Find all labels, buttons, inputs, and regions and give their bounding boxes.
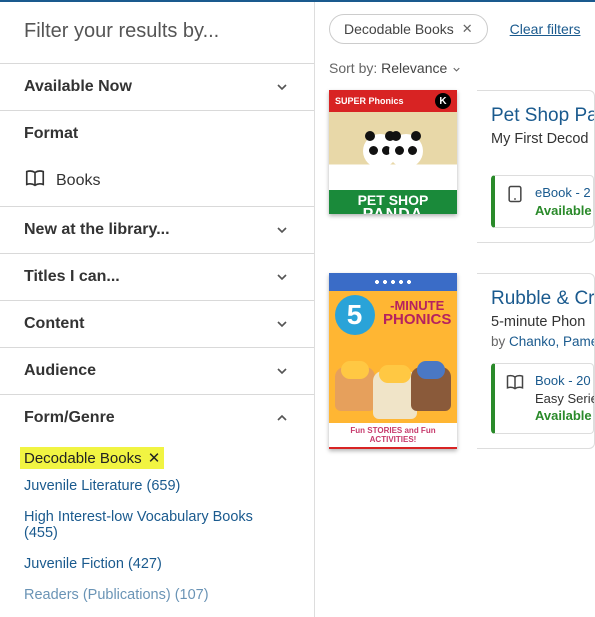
close-icon[interactable]: ✕ bbox=[462, 21, 473, 37]
sort-value: Relevance bbox=[381, 60, 447, 76]
clear-filters-link[interactable]: Clear filters bbox=[510, 21, 581, 37]
result-title-link[interactable]: Pet Shop Pa bbox=[491, 105, 594, 127]
filter-titles-i-can[interactable]: Titles I can... bbox=[0, 254, 314, 301]
filter-new-at-library[interactable]: New at the library... bbox=[0, 207, 314, 254]
tablet-icon bbox=[505, 184, 525, 209]
chevron-down-icon bbox=[274, 363, 290, 379]
result-title-link[interactable]: Rubble & Cr bbox=[491, 288, 594, 310]
sort-control[interactable]: Sort by: Relevance bbox=[329, 50, 595, 90]
filter-heading: Filter your results by... bbox=[0, 20, 314, 63]
book-open-icon bbox=[24, 167, 46, 194]
filter-label: Content bbox=[24, 315, 84, 333]
chevron-up-icon bbox=[274, 410, 290, 426]
format-note: Easy Serie bbox=[535, 391, 595, 406]
filter-sidebar: Filter your results by... Available Now … bbox=[0, 2, 315, 617]
author-link[interactable]: Chanko, Pame bbox=[509, 334, 595, 349]
sort-label: Sort by: bbox=[329, 60, 377, 76]
filter-label: Format bbox=[24, 125, 78, 143]
availability-status: Available bbox=[535, 203, 592, 218]
format-link[interactable]: eBook - 2 bbox=[535, 185, 591, 200]
result-info: Pet Shop Pa My First Decod eBook - 2 Ava… bbox=[477, 90, 595, 243]
form-genre-values: Decodable Books ✕ Juvenile Literature (6… bbox=[0, 441, 314, 617]
filter-label: Form/Genre bbox=[24, 409, 115, 427]
result-subtitle: My First Decod bbox=[491, 127, 594, 147]
close-icon[interactable]: ✕ bbox=[148, 450, 161, 467]
chevron-down-icon bbox=[274, 269, 290, 285]
facet-juvenile-fiction[interactable]: Juvenile Fiction (427) bbox=[20, 547, 294, 578]
book-cover[interactable]: SUPER Phonics K PET SHOP PANDA bbox=[329, 90, 457, 214]
result-item: 5 -MINUTEPHONICS Fun STORIES and Fun ACT… bbox=[329, 273, 595, 449]
facet-juvenile-literature[interactable]: Juvenile Literature (659) bbox=[20, 469, 294, 500]
filter-label: Available Now bbox=[24, 78, 132, 96]
facet-selected-label: Decodable Books bbox=[24, 450, 142, 467]
result-item: SUPER Phonics K PET SHOP PANDA Pet Shop … bbox=[329, 90, 595, 243]
filter-label: Titles I can... bbox=[24, 268, 120, 286]
chip-label: Decodable Books bbox=[344, 21, 454, 37]
filter-available-now[interactable]: Available Now bbox=[0, 63, 314, 111]
filter-format[interactable]: Format bbox=[0, 111, 314, 157]
results-pane: Decodable Books ✕ Clear filters Sort by:… bbox=[315, 2, 595, 617]
availability-box[interactable]: Book - 20 Easy Serie Available bbox=[491, 363, 594, 434]
book-cover[interactable]: 5 -MINUTEPHONICS Fun STORIES and Fun ACT… bbox=[329, 273, 457, 449]
filter-audience[interactable]: Audience bbox=[0, 348, 314, 395]
chevron-down-icon bbox=[274, 79, 290, 95]
availability-status: Available bbox=[535, 408, 592, 423]
chevron-down-icon bbox=[274, 316, 290, 332]
filter-sub-label: Books bbox=[56, 172, 100, 190]
book-open-icon bbox=[505, 372, 525, 397]
applied-filter-chip[interactable]: Decodable Books ✕ bbox=[329, 14, 488, 44]
facet-selected-decodable-books[interactable]: Decodable Books ✕ bbox=[20, 447, 164, 469]
format-link[interactable]: Book - 20 bbox=[535, 373, 591, 388]
filter-form-genre[interactable]: Form/Genre bbox=[0, 395, 314, 441]
filter-label: New at the library... bbox=[24, 221, 170, 239]
result-byline: by Chanko, Pame bbox=[491, 330, 594, 349]
filter-format-books[interactable]: Books bbox=[0, 157, 314, 207]
chevron-down-icon bbox=[451, 60, 462, 76]
result-info: Rubble & Cr 5-minute Phon by Chanko, Pam… bbox=[477, 273, 595, 449]
availability-box[interactable]: eBook - 2 Available bbox=[491, 175, 594, 228]
chevron-down-icon bbox=[274, 222, 290, 238]
filter-label: Audience bbox=[24, 362, 96, 380]
result-subtitle: 5-minute Phon bbox=[491, 310, 594, 330]
facet-readers-publications[interactable]: Readers (Publications) (107) bbox=[20, 578, 294, 609]
filter-content[interactable]: Content bbox=[0, 301, 314, 348]
